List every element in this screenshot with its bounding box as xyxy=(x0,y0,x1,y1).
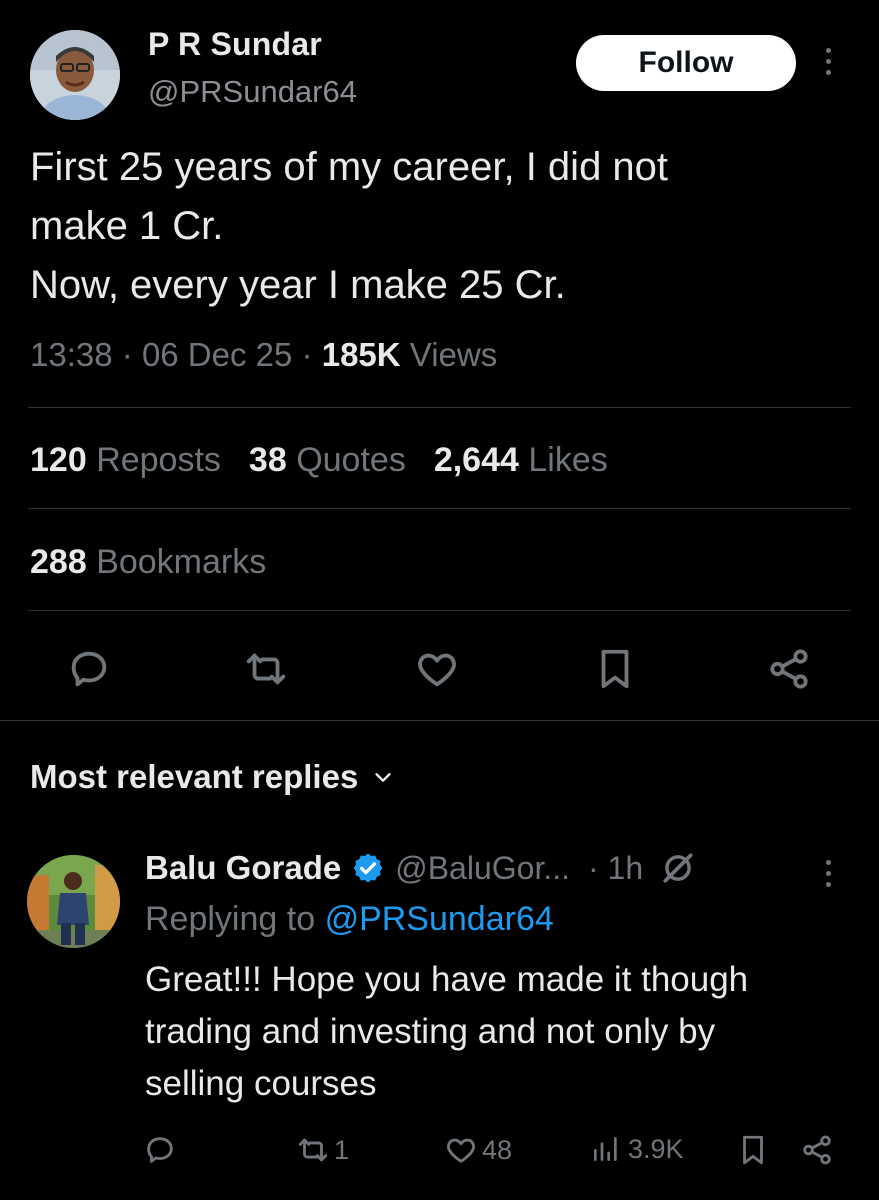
author-name[interactable]: P R Sundar xyxy=(148,26,322,63)
tweet-line: make 1 Cr. xyxy=(30,204,224,248)
reply-like-count: 48 xyxy=(482,1134,513,1165)
views-label: Views xyxy=(409,336,498,373)
tweet-meta: 13:38 · 06 Dec 25 · 185K Views xyxy=(30,336,497,374)
tweet-line: First 25 years of my career, I did not xyxy=(30,145,669,189)
chevron-down-icon xyxy=(375,773,391,782)
tweet-text: First 25 years of my career, I did not m… xyxy=(30,138,668,315)
views-count: 185K xyxy=(321,336,401,373)
like-icon xyxy=(447,1138,475,1163)
replies-sort-toggle[interactable]: Most relevant replies xyxy=(30,758,394,796)
verified-badge-icon xyxy=(353,853,383,883)
quotes-label: Quotes xyxy=(296,441,406,479)
repost-icon[interactable] xyxy=(243,646,289,692)
reply-views-button[interactable]: 3.9K xyxy=(590,1133,684,1165)
divider xyxy=(0,720,879,721)
author-handle[interactable]: @PRSundar64 xyxy=(148,74,357,110)
divider xyxy=(28,508,851,509)
more-options-icon[interactable] xyxy=(826,48,831,75)
bookmarks-stat[interactable]: 288 Bookmarks xyxy=(30,543,266,582)
share-icon[interactable] xyxy=(766,646,812,692)
divider xyxy=(28,407,851,408)
quotes-count: 38 xyxy=(248,441,287,479)
meta-separator: · xyxy=(301,336,313,373)
reposts-count: 120 xyxy=(30,441,87,479)
reply-header: Balu Gorade @BaluGor... · 1h xyxy=(145,849,697,887)
replying-prefix: Replying to xyxy=(145,900,316,938)
reply-line: trading and investing and not only by xyxy=(145,1012,716,1051)
quotes-stat[interactable]: 38 Quotes xyxy=(249,441,406,479)
replying-to: Replying to @PRSundar64 xyxy=(145,900,554,939)
likes-stat[interactable]: 2,644 Likes xyxy=(434,441,608,479)
tweet-line: Now, every year I make 25 Cr. xyxy=(30,263,566,307)
reply-text: Great!!! Hope you have made it though tr… xyxy=(145,954,748,1110)
replies-section-title: Most relevant replies xyxy=(30,758,359,795)
bookmarks-label: Bookmarks xyxy=(96,543,267,581)
reposts-label: Reposts xyxy=(96,441,221,479)
views-icon xyxy=(594,1137,617,1161)
tweet-time[interactable]: 13:38 xyxy=(30,336,113,373)
reply-time[interactable]: · 1h xyxy=(588,850,643,887)
author-avatar[interactable] xyxy=(30,30,120,120)
reply-share-icon[interactable] xyxy=(800,1133,834,1167)
author-photo xyxy=(30,30,120,120)
reply-line: Great!!! Hope you have made it though xyxy=(145,960,749,999)
repost-icon xyxy=(298,1138,328,1162)
reply-views-count: 3.9K xyxy=(628,1133,684,1164)
bookmark-icon[interactable] xyxy=(592,646,638,692)
grok-icon[interactable] xyxy=(659,849,697,887)
tweet-date[interactable]: 06 Dec 25 xyxy=(142,336,292,373)
engagement-stats: 120 Reposts 38 Quotes 2,644 Likes xyxy=(30,441,608,480)
meta-separator: · xyxy=(121,336,133,373)
reply-repost-button[interactable]: 1 xyxy=(296,1133,349,1167)
reposts-stat[interactable]: 120 Reposts xyxy=(30,441,221,479)
reply-more-options-icon[interactable] xyxy=(826,860,831,887)
reply-author-photo xyxy=(27,855,120,948)
likes-count: 2,644 xyxy=(433,441,519,479)
likes-label: Likes xyxy=(528,441,608,479)
follow-button[interactable]: Follow xyxy=(576,35,796,91)
reply-author-name[interactable]: Balu Gorade xyxy=(145,849,341,887)
reply-repost-count: 1 xyxy=(334,1134,350,1165)
reply-reply-icon[interactable] xyxy=(143,1133,177,1167)
bookmarks-count: 288 xyxy=(30,543,87,581)
replying-handle-link[interactable]: @PRSundar64 xyxy=(325,900,554,938)
reply-bookmark-icon[interactable] xyxy=(736,1133,770,1167)
reply-author-handle[interactable]: @BaluGor... xyxy=(395,850,570,887)
reply-line: selling courses xyxy=(145,1064,377,1103)
reply-icon[interactable] xyxy=(66,646,112,692)
like-icon[interactable] xyxy=(414,646,460,692)
reply-avatar[interactable] xyxy=(27,855,120,948)
reply-like-button[interactable]: 48 xyxy=(444,1133,512,1167)
divider xyxy=(28,610,851,611)
